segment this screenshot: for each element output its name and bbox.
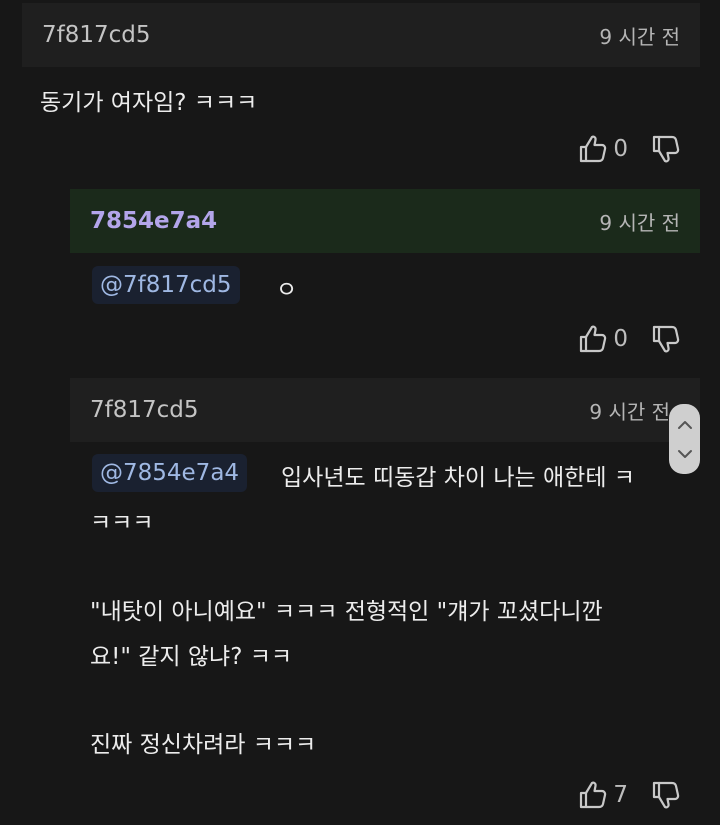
comment-text-line: ㅋㅋㅋ: [90, 510, 154, 536]
comment-username[interactable]: 7f817cd5: [42, 22, 151, 48]
like-button[interactable]: 7: [579, 780, 652, 810]
like-count: 0: [613, 326, 628, 352]
like-button[interactable]: 0: [579, 324, 652, 354]
comment-username[interactable]: 7854e7a4: [90, 208, 217, 234]
comment-text-line: "내탓이 아니예요" ㅋㅋㅋ 전형적인 "걔가 꼬셨다니깐: [90, 599, 603, 625]
chevron-down-icon[interactable]: [677, 449, 693, 459]
comment-text-line: 진짜 정신차려라 ㅋㅋㅋ: [90, 732, 317, 758]
comment-timestamp: 9 시간 전: [589, 399, 670, 424]
comment-timestamp: 9 시간 전: [599, 210, 680, 235]
comment-text: ㅇ: [276, 277, 298, 303]
comment-text: 동기가 여자임? ㅋㅋㅋ: [40, 90, 258, 116]
vote-row: 0: [579, 134, 680, 164]
dislike-button[interactable]: [652, 780, 680, 810]
thumbs-up-icon: [580, 135, 607, 163]
comment-timestamp: 9 시간 전: [599, 24, 680, 49]
comment-text-line: 입사년도 띠동갑 차이 나는 애한테 ㅋ: [281, 465, 635, 491]
thumbs-up-icon: [580, 325, 607, 353]
vote-row: 0: [579, 324, 680, 354]
comment-header: 7f817cd5 9 시간 전: [70, 378, 700, 442]
scroll-control[interactable]: [669, 404, 700, 474]
comment-thread: 7f817cd5 9 시간 전 동기가 여자임? ㅋㅋㅋ 0 7854e7a4 …: [0, 0, 720, 825]
like-count: 0: [613, 136, 628, 162]
thumbs-down-icon: [652, 325, 680, 353]
mention-tag[interactable]: @7854e7a4: [92, 454, 248, 492]
comment-text-line: 요!" 같지 않냐? ㅋㅋ: [90, 644, 293, 670]
dislike-button[interactable]: [652, 134, 680, 164]
thumbs-down-icon: [652, 781, 680, 809]
comment-header: 7854e7a4 9 시간 전: [70, 189, 700, 253]
chevron-up-icon[interactable]: [677, 420, 693, 430]
dislike-button[interactable]: [652, 324, 680, 354]
mention-tag[interactable]: @7f817cd5: [92, 266, 240, 304]
thumbs-down-icon: [652, 135, 680, 163]
like-count: 7: [613, 782, 628, 808]
thumbs-up-icon: [580, 781, 607, 809]
comment-header: 7f817cd5 9 시간 전: [22, 3, 700, 67]
vote-row: 7: [579, 780, 680, 810]
like-button[interactable]: 0: [579, 134, 652, 164]
comment-username[interactable]: 7f817cd5: [90, 397, 199, 423]
